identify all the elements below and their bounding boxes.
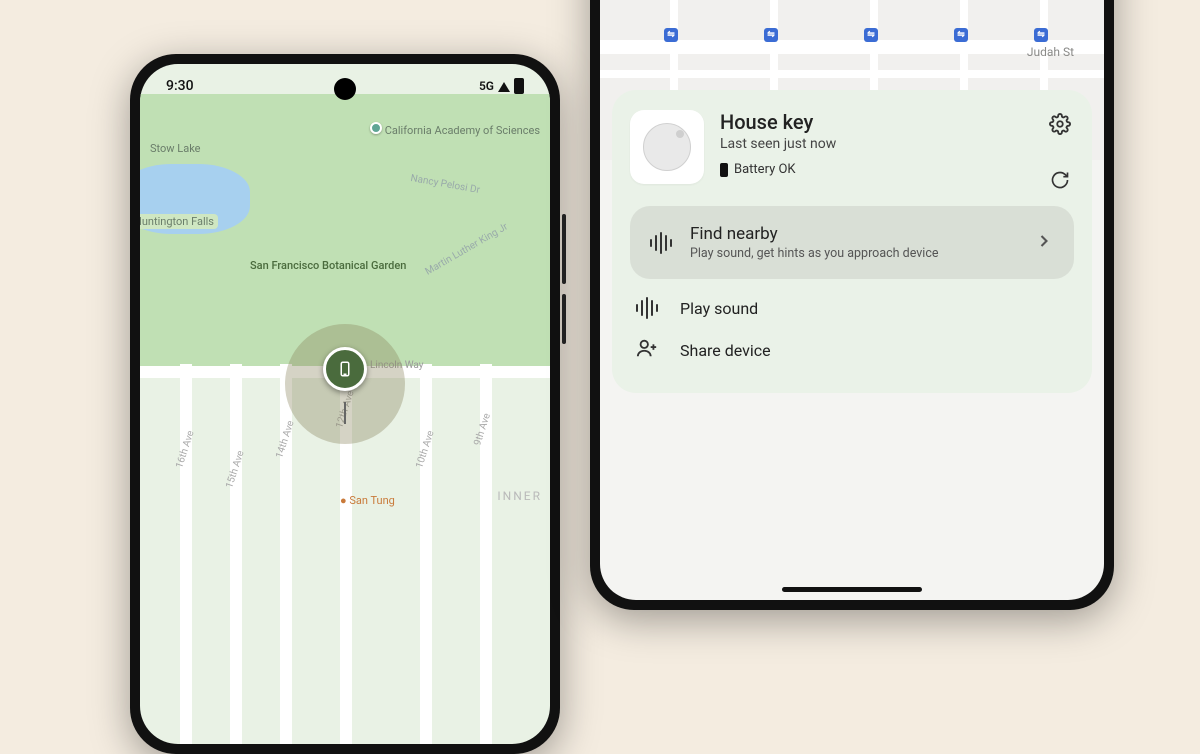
marker-stalk	[344, 402, 346, 424]
device-name: House key	[720, 110, 1074, 134]
phone-screen: ⇋ ⇋ ⇋ ⇋ ⇋ Judah St House key Last seen j…	[600, 0, 1104, 600]
status-time: 9:30	[166, 78, 194, 94]
person-add-icon	[636, 337, 658, 363]
device-thumbnail[interactable]	[630, 110, 704, 184]
sound-wave-icon	[636, 297, 658, 319]
settings-button[interactable]	[1046, 110, 1074, 138]
device-bottom-sheet: House key Last seen just now Battery OK	[612, 90, 1092, 393]
transit-stop-icon: ⇋	[764, 28, 778, 42]
sound-wave-icon	[650, 232, 672, 254]
side-button	[562, 214, 566, 284]
transit-stop-icon: ⇋	[954, 28, 968, 42]
tracker-tag-icon	[643, 123, 691, 171]
map-label: Stow Lake	[150, 142, 201, 155]
share-device-label: Share device	[680, 341, 771, 360]
poi-pin-icon	[370, 122, 382, 134]
battery-label: Battery OK	[734, 162, 796, 177]
poi-academy[interactable]: California Academy of Sciences	[370, 122, 520, 137]
gear-icon	[1049, 113, 1071, 135]
map-street-label: 15th Ave	[224, 449, 246, 489]
battery-status: Battery OK	[720, 162, 1074, 177]
side-button	[562, 294, 566, 344]
transit-stop-icon: ⇋	[664, 28, 678, 42]
map-district-label: INNER	[497, 489, 542, 503]
battery-icon	[720, 163, 728, 177]
map-label: Huntington Falls	[140, 214, 218, 229]
find-nearby-title: Find nearby	[690, 224, 1016, 244]
poi-restaurant[interactable]: ● San Tung	[340, 494, 395, 507]
share-device-button[interactable]: Share device	[630, 319, 1074, 363]
find-nearby-subtitle: Play sound, get hints as you approach de…	[690, 246, 1016, 261]
status-network: 5G	[479, 79, 494, 93]
map-view[interactable]: Stow Lake Huntington Falls California Ac…	[140, 64, 550, 744]
phone-mockup-left: 9:30 5G Stow Lake Huntington Falls Cal	[130, 54, 560, 754]
play-sound-label: Play sound	[680, 299, 758, 318]
map-street-label: 10th Ave	[414, 429, 436, 469]
map-label: San Francisco Botanical Garden	[250, 259, 390, 272]
phone-mockup-right: ⇋ ⇋ ⇋ ⇋ ⇋ Judah St House key Last seen j…	[590, 0, 1114, 610]
map-street-label: 14th Ave	[274, 419, 296, 459]
device-header-row: House key Last seen just now Battery OK	[630, 110, 1074, 184]
battery-icon	[514, 78, 524, 94]
find-nearby-button[interactable]: Find nearby Play sound, get hints as you…	[630, 206, 1074, 279]
transit-stop-icon: ⇋	[1034, 28, 1048, 42]
road	[180, 364, 192, 744]
home-indicator[interactable]	[782, 587, 922, 592]
phone-screen: 9:30 5G Stow Lake Huntington Falls Cal	[140, 64, 550, 744]
last-seen-label: Last seen just now	[720, 136, 1074, 152]
camera-punch-hole	[334, 78, 356, 100]
road	[230, 364, 242, 744]
device-location-marker[interactable]	[323, 347, 367, 391]
map-street-label: Judah St	[1027, 45, 1074, 59]
refresh-button[interactable]	[1046, 166, 1074, 194]
refresh-icon	[1050, 170, 1070, 190]
road	[420, 364, 432, 744]
signal-icon	[498, 82, 510, 92]
phone-icon	[336, 357, 354, 381]
transit-stop-icon: ⇋	[864, 28, 878, 42]
chevron-right-icon	[1034, 231, 1054, 255]
play-sound-button[interactable]: Play sound	[630, 279, 1074, 319]
map-street-label: 16th Ave	[174, 429, 196, 469]
